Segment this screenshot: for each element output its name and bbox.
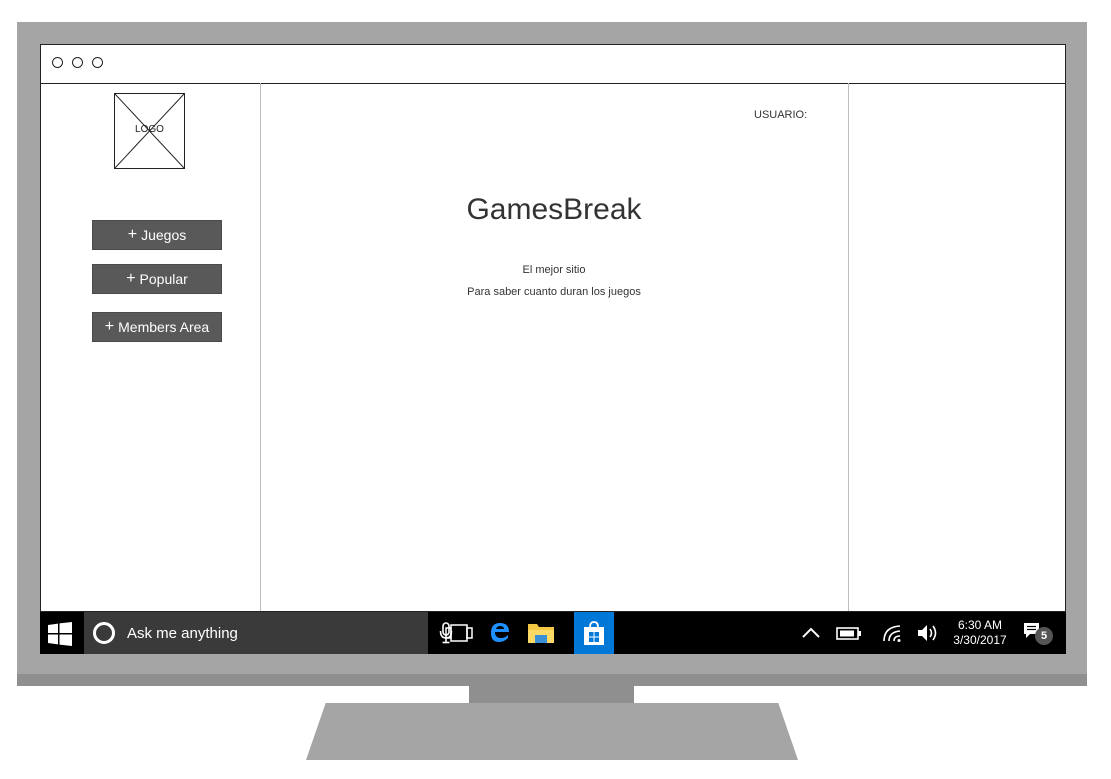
windows-start-icon[interactable]: [48, 622, 72, 646]
volume-icon[interactable]: [917, 623, 941, 643]
notification-count-badge: 5: [1035, 627, 1053, 645]
window-maximize-dot[interactable]: [92, 57, 103, 68]
taskbar: Ask me anything 6:30 AM 3/30/2017 5: [40, 612, 1066, 654]
nav-button-members-area[interactable]: + Members Area: [92, 312, 222, 342]
cortana-icon: [93, 622, 115, 644]
plus-icon: +: [104, 318, 115, 335]
task-view-icon[interactable]: [445, 624, 473, 642]
logo-label: LOGO: [135, 124, 164, 135]
tagline-line-2: Para saber cuanto duran los juegos: [467, 286, 641, 298]
store-app-tile[interactable]: [574, 612, 614, 654]
battery-icon[interactable]: [836, 627, 862, 640]
tagline-line-1: El mejor sitio: [522, 264, 586, 276]
edge-browser-icon[interactable]: [489, 620, 511, 644]
logo-placeholder: LOGO: [114, 93, 185, 169]
cortana-search-box[interactable]: Ask me anything: [84, 612, 453, 654]
browser-window: LOGO + Juegos + Popular + Members Area U…: [40, 44, 1066, 612]
plus-icon: +: [126, 270, 136, 287]
chevron-up-icon[interactable]: [802, 626, 820, 638]
window-titlebar: [41, 45, 1065, 84]
window-close-dot[interactable]: [52, 57, 63, 68]
store-bag-icon: [584, 621, 604, 645]
plus-icon: +: [127, 226, 138, 243]
nav-label: Juegos: [141, 227, 187, 243]
window-minimize-dot[interactable]: [72, 57, 83, 68]
file-explorer-icon[interactable]: [527, 621, 555, 645]
monitor-chin: [17, 674, 1087, 686]
sidebar-divider: [260, 83, 261, 611]
nav-button-popular[interactable]: + Popular: [92, 264, 222, 294]
nav-label: Members Area: [118, 319, 210, 335]
site-title: GamesBreak: [466, 193, 642, 226]
nav-label: Popular: [139, 271, 188, 287]
nav-button-juegos[interactable]: + Juegos: [92, 220, 222, 250]
user-label: USUARIO:: [754, 109, 808, 121]
clock-time[interactable]: 6:30 AM: [948, 618, 1012, 632]
monitor-stand-base: [306, 703, 798, 760]
right-panel-divider: [848, 83, 849, 611]
wifi-icon[interactable]: [882, 623, 904, 643]
clock-date[interactable]: 3/30/2017: [948, 633, 1012, 647]
search-placeholder: Ask me anything: [127, 624, 238, 642]
